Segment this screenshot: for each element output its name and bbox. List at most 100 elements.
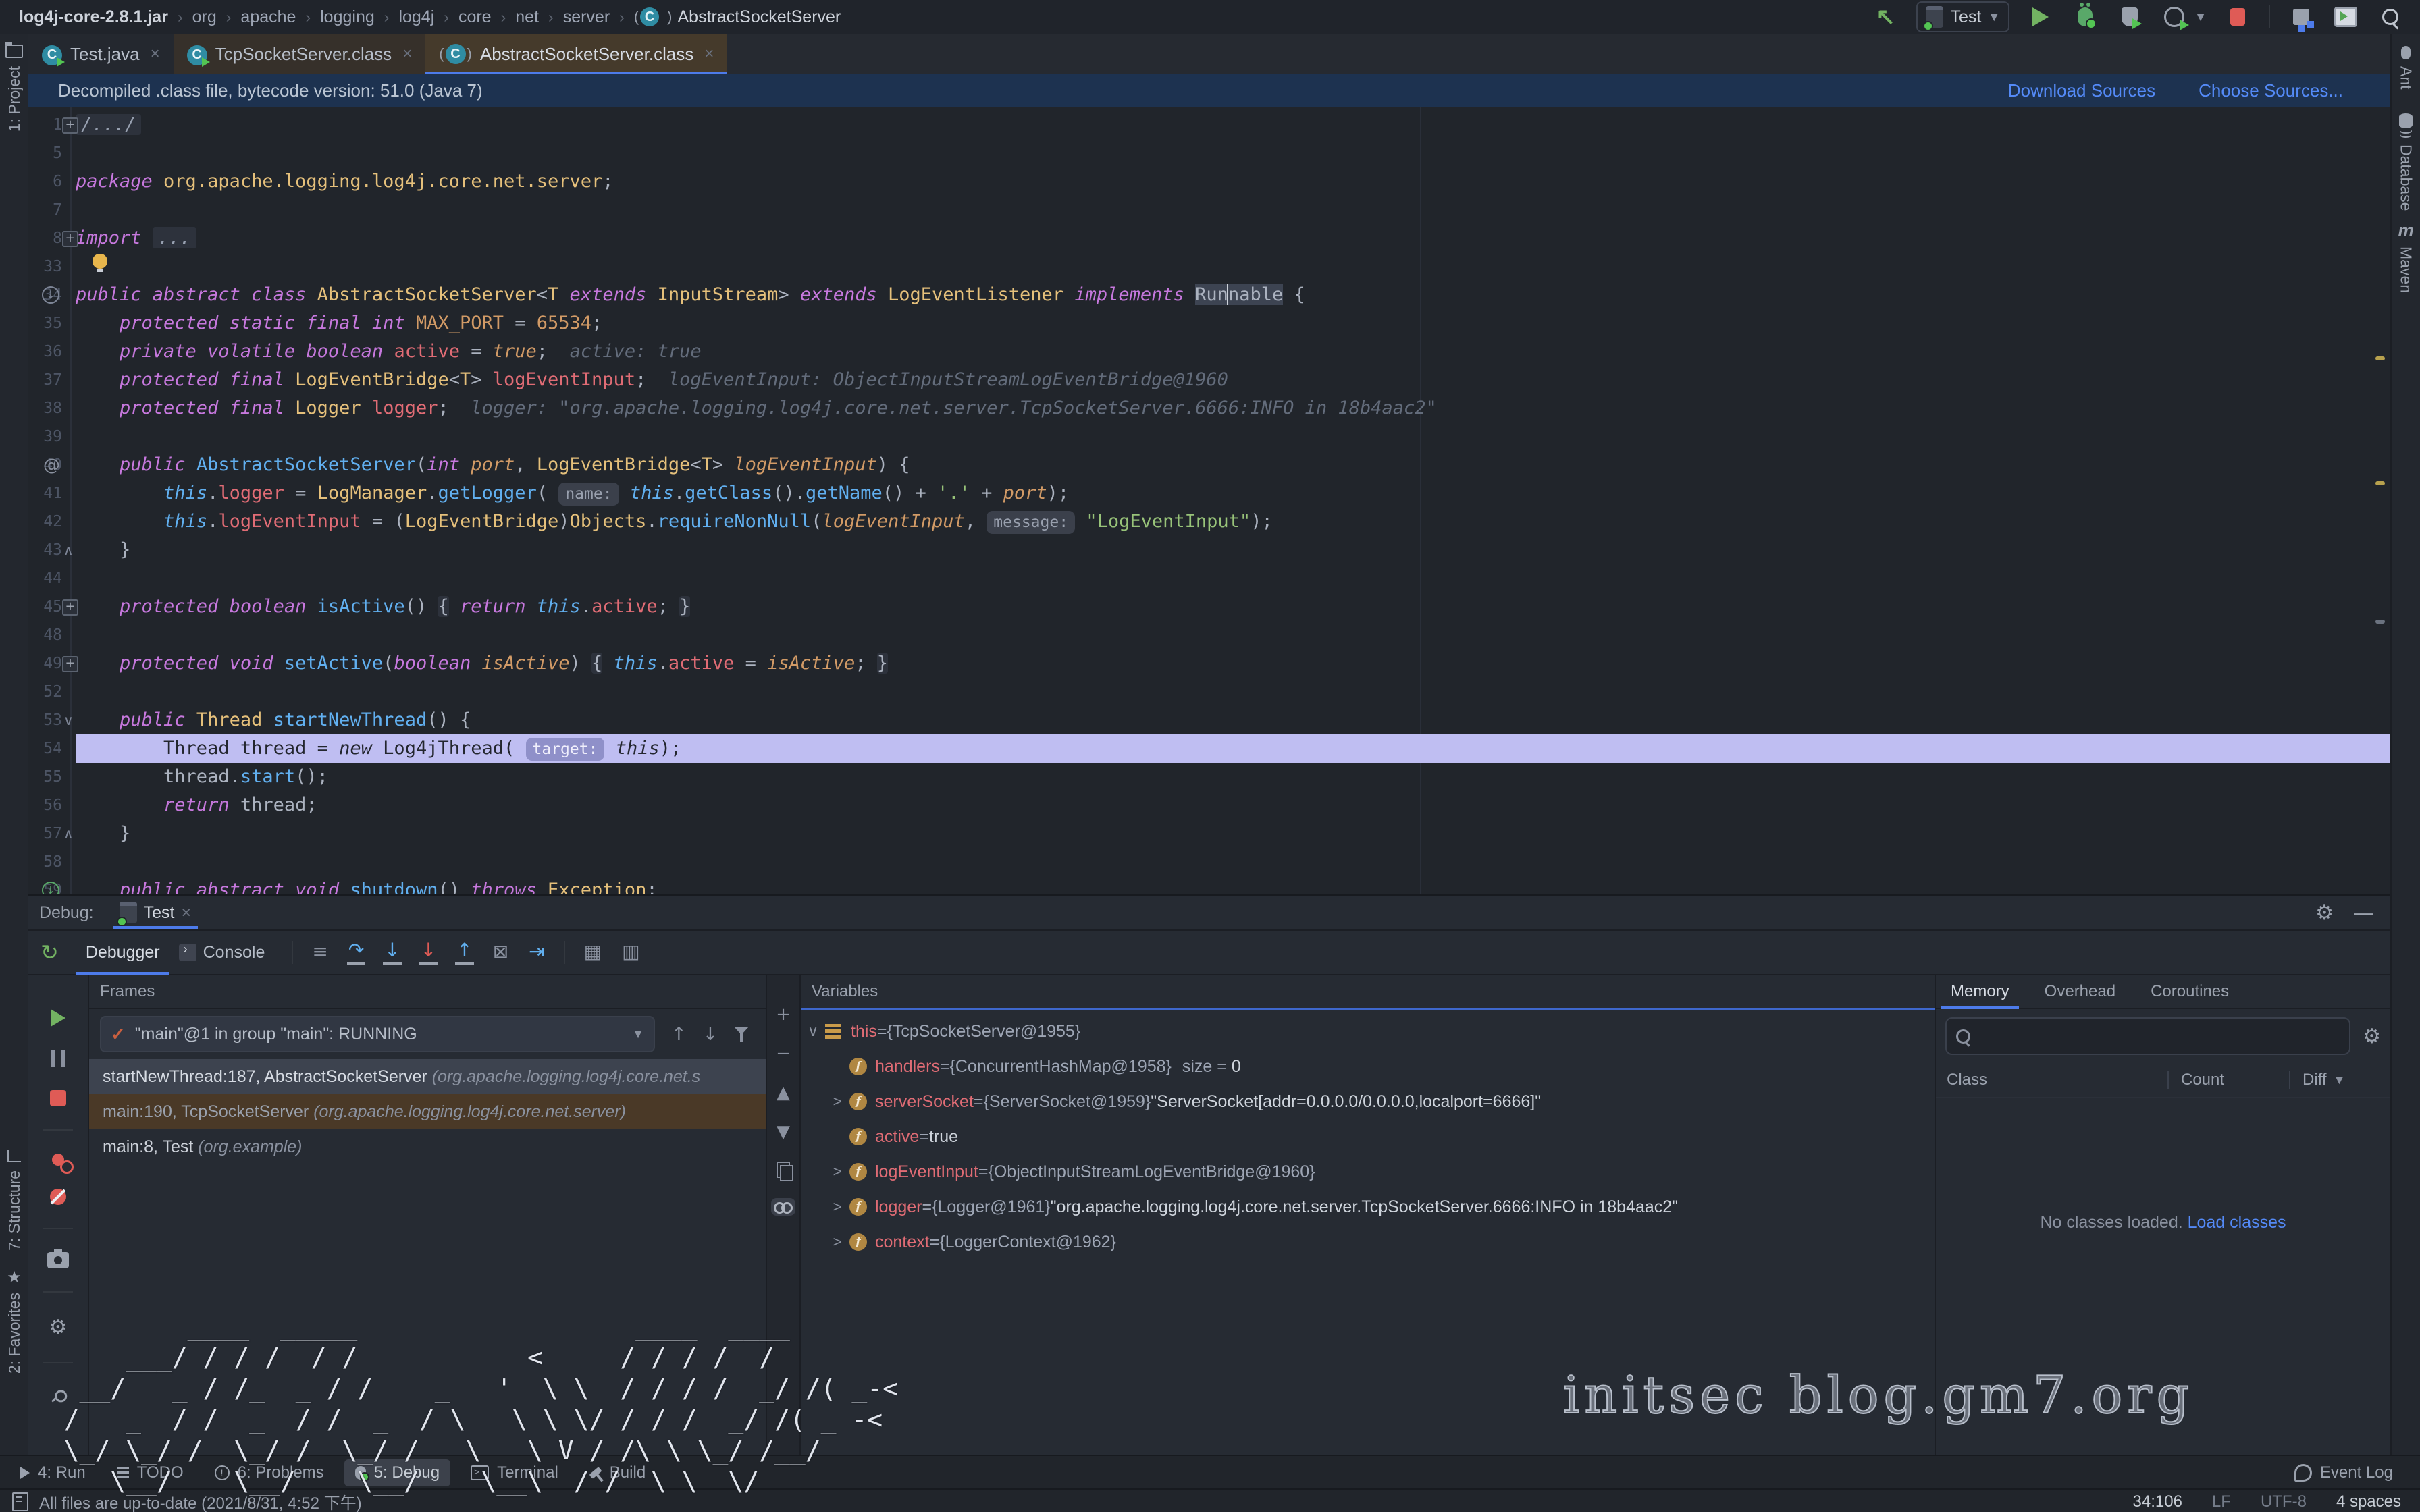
code-line-8[interactable]: 8+import ... [28, 224, 2390, 252]
stop-icon[interactable] [50, 1090, 66, 1106]
tool-window-button-build[interactable]: Build [579, 1459, 656, 1486]
frame-up-icon[interactable]: ↑ [671, 1024, 687, 1045]
variable-row-logEventInput[interactable]: >flogEventInput = {ObjectInputStreamLogE… [801, 1154, 1935, 1189]
evaluate-expression-icon[interactable]: ▦ [583, 942, 603, 963]
thread-dump-icon[interactable] [47, 1252, 69, 1268]
code-line-1[interactable]: 1+/.../ [28, 111, 2390, 139]
tool-window-button-terminal[interactable]: >Terminal [460, 1459, 569, 1486]
debug-settings-icon[interactable]: ⚙ [49, 1316, 68, 1339]
tab-Test.java[interactable]: CTest.java× [28, 34, 174, 74]
tool-window-button-run[interactable]: 4: Run [9, 1459, 97, 1486]
coverage-button[interactable] [2116, 3, 2143, 30]
implemented-gutter-icon[interactable]: ↓ [42, 286, 59, 304]
variable-row-active[interactable]: factive = true [801, 1119, 1935, 1154]
breadcrumb-item[interactable]: log4j [398, 7, 434, 27]
run-button[interactable] [2027, 3, 2054, 30]
tab-AbstractSocketServer.class[interactable]: (C)AbstractSocketServer.class× [425, 34, 727, 74]
error-stripe-mark[interactable] [2375, 356, 2385, 360]
run-to-cursor-icon[interactable]: ⇥ [527, 942, 546, 963]
show-watches-icon[interactable] [771, 1198, 795, 1216]
thread-selector[interactable]: ✓ "main"@1 in group "main": RUNNING ▼ [100, 1016, 655, 1052]
code-line-52[interactable]: 52 [28, 678, 2390, 706]
expand-icon[interactable]: ∨ [801, 1023, 825, 1040]
duplicate-icon[interactable] [777, 1162, 790, 1178]
move-down-icon[interactable]: ▼ [777, 1123, 790, 1141]
move-up-icon[interactable]: ▲ [777, 1083, 790, 1102]
sidebar-item-database[interactable]: Database [2393, 112, 2419, 211]
stack-frame[interactable]: startNewThread:187, AbstractSocketServer… [89, 1059, 766, 1094]
step-out-icon[interactable]: ↑ [455, 940, 473, 965]
fold-arrow-icon[interactable]: ∨ [63, 706, 74, 734]
expand-icon[interactable]: > [825, 1163, 849, 1181]
show-execution-point-icon[interactable]: ≡ [311, 942, 329, 963]
implemented-gutter-icon[interactable]: ↓ [42, 882, 59, 894]
frame-down-icon[interactable]: ↓ [703, 1024, 718, 1045]
run-anything-icon[interactable] [2332, 3, 2359, 30]
tool-window-button-todo[interactable]: TODO [106, 1459, 194, 1486]
close-icon[interactable]: × [704, 45, 714, 63]
fold-arrow-icon[interactable]: ∧ [63, 819, 74, 848]
fold-expand-icon[interactable]: + [62, 117, 78, 134]
error-stripe-mark[interactable] [2375, 620, 2385, 624]
code-line-57[interactable]: 57∧ } [28, 819, 2390, 848]
variable-row-context[interactable]: >fcontext = {LoggerContext@1962} [801, 1224, 1935, 1260]
add-watch-icon[interactable]: + [776, 1005, 791, 1024]
profiler-chevron-icon[interactable]: ▼ [2194, 10, 2207, 24]
code-line-41[interactable]: 41 this.logger = LogManager.getLogger( n… [28, 479, 2390, 508]
sidebar-item-maven[interactable]: m Maven [2393, 220, 2419, 293]
breadcrumb-item[interactable]: org [192, 7, 217, 27]
run-configuration-select[interactable]: Test ▼ [1916, 1, 2009, 32]
load-classes-link[interactable]: Load classes [2188, 1213, 2286, 1232]
stop-button[interactable] [2224, 3, 2251, 30]
step-into-icon[interactable]: ↓ [383, 940, 401, 965]
remove-watch-icon[interactable]: − [776, 1044, 791, 1063]
close-icon[interactable]: × [402, 45, 412, 63]
force-step-into-icon[interactable]: ↓ [419, 940, 438, 965]
code-line-7[interactable]: 7 [28, 196, 2390, 224]
column-count[interactable]: Count [2167, 1071, 2289, 1089]
breadcrumb-item[interactable]: logging [320, 7, 375, 27]
close-icon[interactable]: × [151, 45, 160, 63]
code-line-37[interactable]: 37 protected final LogEventBridge<T> log… [28, 366, 2390, 394]
breadcrumb-item[interactable]: net [515, 7, 539, 27]
memory-settings-icon[interactable]: ⚙ [2363, 1025, 2381, 1048]
code-line-44[interactable]: 44 [28, 564, 2390, 593]
profiler-button[interactable] [2161, 3, 2188, 30]
debug-button[interactable] [2072, 3, 2099, 30]
breadcrumb-jar[interactable]: log4j-core-2.8.1.jar [19, 7, 168, 27]
code-line-53[interactable]: 53∨ public Thread startNewThread() { [28, 706, 2390, 734]
fold-arrow-icon[interactable]: ∧ [63, 536, 74, 564]
breadcrumb-item[interactable]: server [563, 7, 610, 27]
expand-icon[interactable]: > [825, 1093, 849, 1110]
tool-window-button-problems[interactable]: !6: Problems [204, 1459, 335, 1486]
code-editor[interactable]: 1+/.../56package org.apache.logging.log4… [28, 107, 2390, 894]
variable-row-serverSocket[interactable]: >fserverSocket = {ServerSocket@1959} "Se… [801, 1084, 1935, 1119]
tab-TcpSocketServer.class[interactable]: CTcpSocketServer.class× [174, 34, 426, 74]
code-line-35[interactable]: 35 protected static final int MAX_PORT =… [28, 309, 2390, 338]
download-sources-link[interactable]: Download Sources [2008, 80, 2155, 101]
layout-settings-icon[interactable]: ▥ [621, 942, 641, 963]
hide-icon[interactable]: — [2354, 902, 2373, 923]
fold-expand-icon[interactable]: + [62, 656, 78, 672]
filter-icon[interactable] [734, 1025, 749, 1043]
code-line-43[interactable]: 43∧ } [28, 536, 2390, 564]
code-line-5[interactable]: 5 [28, 139, 2390, 167]
sidebar-item-favorites[interactable]: ★ 2: Favorites [1, 1268, 27, 1374]
expand-icon[interactable]: > [825, 1233, 849, 1251]
column-diff[interactable]: Diff▼ [2289, 1071, 2390, 1089]
caret-position[interactable]: 34:106 [2133, 1492, 2182, 1511]
code-line-45[interactable]: 45+ protected boolean isActive() { retur… [28, 593, 2390, 621]
variable-row-logger[interactable]: >flogger = {Logger@1961} "org.apache.log… [801, 1189, 1935, 1224]
expand-icon[interactable]: > [825, 1198, 849, 1216]
choose-sources-link[interactable]: Choose Sources... [2199, 80, 2343, 101]
breadcrumb-class[interactable]: AbstractSocketServer [677, 7, 841, 27]
pin-icon[interactable] [46, 1383, 71, 1408]
pause-icon[interactable] [51, 1050, 65, 1067]
indent-setting[interactable]: 4 spaces [2336, 1492, 2401, 1511]
debug-tab-debugger[interactable]: Debugger [76, 931, 169, 974]
code-line-56[interactable]: 56 return thread; [28, 791, 2390, 819]
debug-session-tab[interactable]: Test × [113, 896, 198, 929]
fold-expand-icon[interactable]: + [62, 599, 78, 616]
tool-window-button-debug[interactable]: 5: Debug [344, 1459, 450, 1486]
variable-row-this[interactable]: ∨this = {TcpSocketServer@1955} [801, 1014, 1935, 1049]
